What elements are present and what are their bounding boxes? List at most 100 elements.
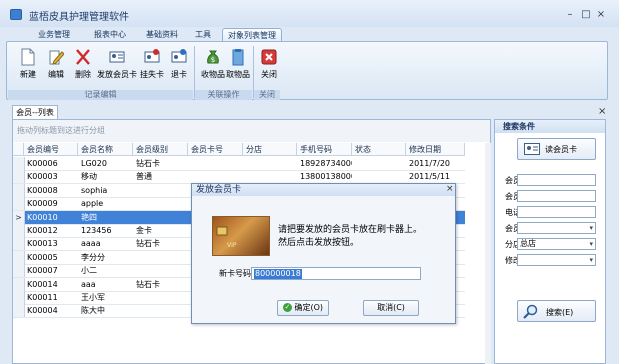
- member-level-select[interactable]: ▾: [517, 222, 596, 234]
- close-list-button[interactable]: 关闭: [253, 46, 285, 86]
- edit-icon: [49, 50, 64, 65]
- doc-tab-member-list[interactable]: 会员--列表: [12, 105, 58, 119]
- tab-business[interactable]: 业务管理: [33, 28, 75, 42]
- table-cell: 王小军: [81, 293, 105, 302]
- column-header[interactable]: 会员卡号: [188, 143, 243, 156]
- search-button[interactable]: 搜索(E): [517, 300, 596, 322]
- take-item-button[interactable]: 取物品: [222, 46, 254, 86]
- ok-label: 确定(O): [294, 303, 324, 312]
- table-cell: aaaa: [81, 239, 101, 249]
- svg-text:$: $: [211, 56, 215, 64]
- table-cell: 钻石卡: [136, 159, 160, 168]
- table-cell: 金卡: [136, 226, 152, 235]
- modifier-select[interactable]: ▾: [517, 254, 596, 266]
- grid-scrollbar[interactable]: [485, 143, 491, 364]
- chevron-down-icon: ▾: [589, 256, 593, 264]
- table-row[interactable]: K00006 LG020 钻石卡 18928734000 2011/7/20: [13, 157, 465, 171]
- chevron-down-icon: ▾: [589, 224, 593, 232]
- dialog-close-icon[interactable]: ×: [446, 184, 454, 194]
- branch-select[interactable]: 总店 ▾: [517, 238, 596, 250]
- table-cell: [133, 304, 188, 317]
- group-by-area[interactable]: 拖动列标题到这进行分组: [13, 120, 490, 142]
- table-cell: 钻石卡: [136, 239, 160, 249]
- table-cell: apple: [81, 199, 104, 209]
- issue-card-button[interactable]: 发放会员卡: [97, 46, 137, 86]
- table-cell: [133, 251, 188, 264]
- column-header[interactable]: 状态: [352, 143, 406, 156]
- table-cell: [133, 211, 188, 224]
- clipboard-icon: [232, 49, 244, 66]
- dialog-message-2: 然后点击发放按钮。: [278, 238, 360, 248]
- new-card-number-input[interactable]: 800000018: [251, 267, 421, 280]
- ok-button[interactable]: ✓ 确定(O): [277, 300, 329, 316]
- tab-object-list[interactable]: 对象列表管理: [222, 28, 282, 42]
- search-label: 搜索(E): [546, 308, 574, 317]
- table-cell: K00004: [27, 306, 58, 316]
- tab-reports[interactable]: 报表中心: [84, 28, 136, 42]
- table-cell: K00009: [27, 199, 58, 209]
- svg-text:VIP: VIP: [227, 242, 237, 249]
- table-cell: 小二: [81, 266, 97, 276]
- column-header[interactable]: 会员编号: [24, 143, 78, 156]
- group-caption-record-edit: 记录编辑: [8, 90, 193, 100]
- table-cell: [188, 170, 243, 183]
- table-cell: K00006: [27, 159, 58, 168]
- doc-close-icon[interactable]: ×: [598, 106, 606, 117]
- tab-basic-data[interactable]: 基础资料: [136, 28, 188, 42]
- table-cell: [352, 157, 406, 170]
- table-cell: K00011: [27, 293, 58, 302]
- search-panel-title: 搜索条件: [495, 120, 605, 133]
- delete-button[interactable]: 删除: [67, 46, 99, 86]
- table-cell: [188, 157, 243, 170]
- table-cell: 2011/5/11: [409, 172, 451, 182]
- grid-header: 会员编号 会员名称 会员级别 会员卡号 分店 手机号码 状态 修改日期: [13, 143, 465, 156]
- column-header[interactable]: 会员名称: [78, 143, 133, 156]
- app-icon: [10, 9, 22, 20]
- table-cell: K00010: [27, 212, 58, 222]
- table-cell: K00008: [27, 185, 58, 195]
- window-title: 蓝梧皮具护理管理软件: [29, 12, 129, 23]
- read-card-label: 读会员卡: [545, 145, 577, 154]
- check-icon: ✓: [282, 303, 292, 312]
- table-cell: [243, 157, 297, 170]
- new-card-label: 新卡号码:: [219, 269, 254, 278]
- read-card-button[interactable]: 读会员卡: [517, 138, 596, 160]
- maximize-button[interactable]: □: [580, 9, 592, 20]
- header-indicator: [13, 143, 24, 156]
- table-cell: [133, 184, 188, 197]
- column-header[interactable]: 会员级别: [133, 143, 188, 156]
- money-bag-icon: $: [207, 50, 219, 64]
- phone-input[interactable]: [517, 206, 596, 218]
- member-card-icon: [109, 51, 125, 63]
- return-card-button[interactable]: 退卡: [163, 46, 195, 86]
- new-document-icon: [21, 48, 35, 66]
- close-window-button[interactable]: ×: [595, 9, 607, 20]
- member-card-icon: [524, 143, 540, 155]
- cancel-button[interactable]: 取消(C): [363, 300, 419, 316]
- table-cell: K00012: [27, 226, 58, 235]
- column-header[interactable]: 分店: [243, 143, 297, 156]
- table-cell: [243, 170, 297, 183]
- group-caption-related: 关联操作: [195, 90, 252, 100]
- new-card-number-value: 800000018: [254, 269, 302, 279]
- table-cell: 18928734000: [300, 159, 352, 168]
- table-cell: 艳四: [81, 212, 97, 222]
- member-no-input[interactable]: [517, 174, 596, 186]
- table-cell: LG020: [81, 159, 107, 168]
- minimize-button[interactable]: –: [564, 9, 576, 20]
- column-header[interactable]: 修改日期: [406, 143, 465, 156]
- table-cell: 李分分: [81, 252, 105, 262]
- dialog-message-1: 请把要发放的会员卡放在刷卡器上。: [278, 225, 423, 235]
- table-cell: [352, 170, 406, 183]
- magnifier-icon: [523, 304, 538, 319]
- return-card-icon: [171, 49, 187, 63]
- table-cell: [133, 197, 188, 210]
- dialog-title: 发放会员卡: [192, 184, 455, 196]
- group-caption-close: 关闭: [254, 90, 280, 100]
- table-cell: 普通: [136, 172, 152, 182]
- tab-tools[interactable]: 工具: [188, 28, 218, 42]
- column-header[interactable]: 手机号码: [297, 143, 352, 156]
- member-name-input[interactable]: [517, 190, 596, 202]
- table-cell: [133, 264, 188, 277]
- table-cell: K00014: [27, 279, 58, 289]
